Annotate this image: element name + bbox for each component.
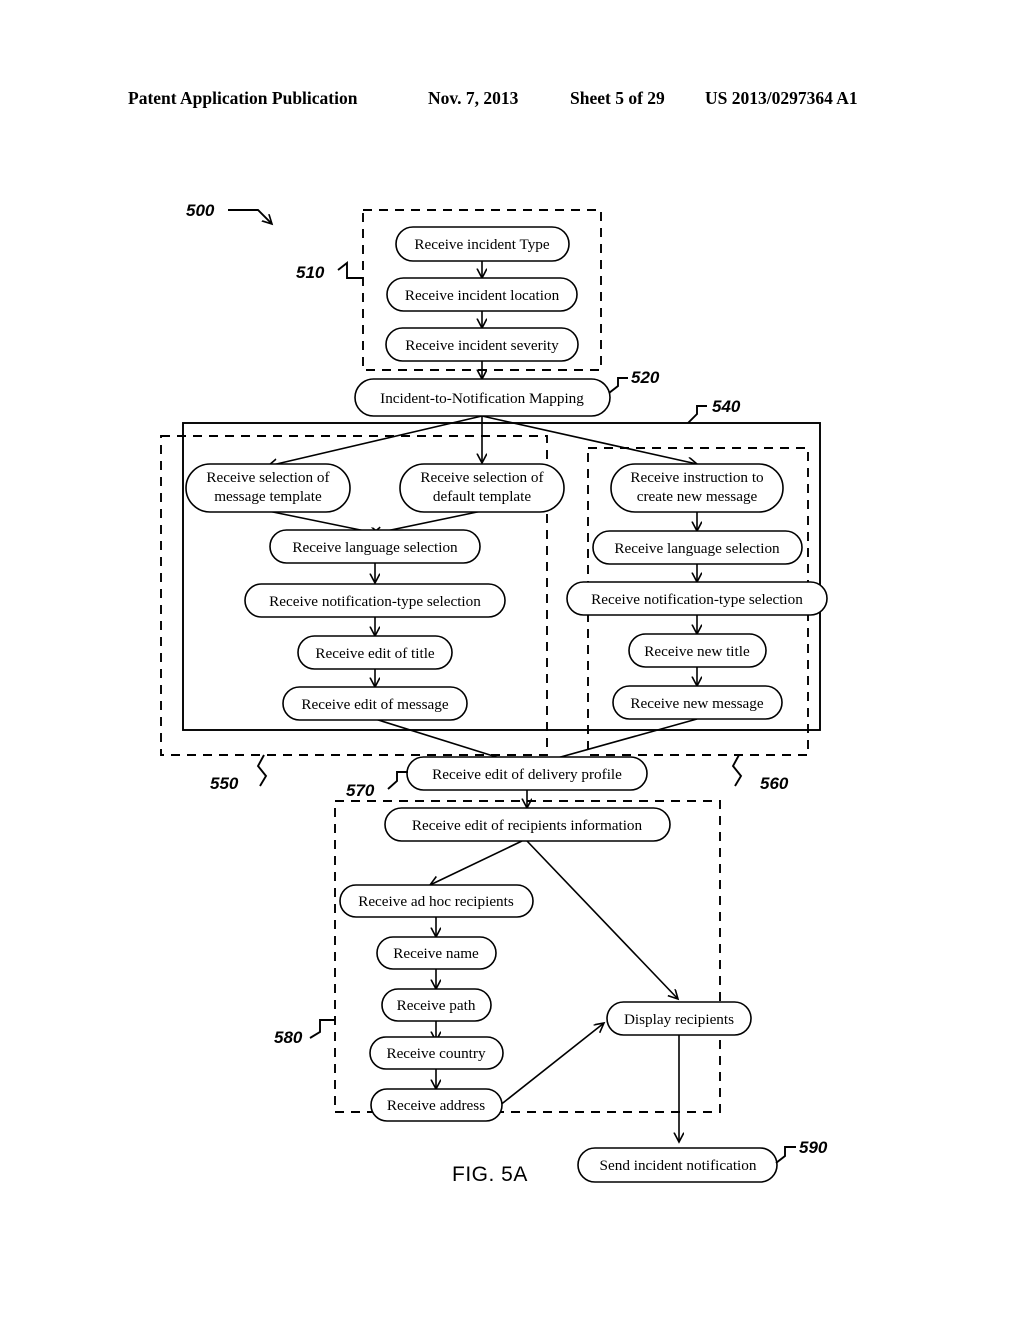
ref-510: 510: [296, 263, 325, 282]
ref-560: 560: [760, 774, 789, 793]
node-receive-selection-default-template[interactable]: Receive selection of default template: [399, 463, 565, 513]
node-send-notification-label: Send incident notification: [600, 1157, 757, 1174]
ref-550: 550: [210, 774, 239, 793]
node-recipients-info-label: Receive edit of recipients information: [412, 817, 643, 834]
ref-570: 570: [346, 781, 375, 800]
node-incident-to-notification-mapping[interactable]: Incident-to-Notification Mapping: [354, 378, 611, 417]
ref-520: 520: [631, 368, 660, 387]
ref-500: 500: [186, 201, 215, 220]
node-incident-location-label: Receive incident location: [405, 287, 560, 304]
node-receive-edit-of-recipients-information[interactable]: Receive edit of recipients information: [384, 807, 671, 842]
node-mapping-label: Incident-to-Notification Mapping: [380, 390, 584, 407]
node-new-message-instruction-label-line1: Receive instruction to: [630, 469, 764, 486]
node-language-left-label: Receive language selection: [292, 539, 458, 556]
node-receive-edit-of-message[interactable]: Receive edit of message: [282, 686, 468, 721]
node-receive-language-selection-right[interactable]: Receive language selection: [592, 530, 803, 565]
node-message-template-label-line1: Receive selection of: [206, 469, 330, 486]
leader-500: [228, 209, 272, 224]
node-receive-name[interactable]: Receive name: [376, 936, 497, 970]
leader-570: [387, 771, 408, 790]
ref-540: 540: [712, 397, 741, 416]
node-receive-new-title[interactable]: Receive new title: [628, 633, 767, 668]
leader-520: [608, 377, 628, 394]
node-ad-hoc-label: Receive ad hoc recipients: [358, 893, 514, 910]
node-edit-message-label: Receive edit of message: [301, 696, 448, 713]
leader-540: [687, 405, 707, 424]
node-receive-notification-type-selection-left[interactable]: Receive notification-type selection: [244, 583, 506, 618]
node-receive-new-message[interactable]: Receive new message: [612, 685, 783, 720]
leader-580: [309, 1019, 335, 1039]
node-receive-selection-message-template[interactable]: Receive selection of message template: [185, 463, 351, 513]
node-default-template-label-line1: Receive selection of: [420, 469, 544, 486]
node-display-recipients[interactable]: Display recipients: [606, 1001, 752, 1036]
node-incident-severity-label: Receive incident severity: [405, 337, 559, 354]
leader-590: [775, 1146, 796, 1164]
node-notification-left-label: Receive notification-type selection: [269, 593, 481, 610]
node-country-label: Receive country: [386, 1045, 486, 1062]
node-new-title-label: Receive new title: [644, 643, 750, 660]
node-receive-path[interactable]: Receive path: [381, 988, 492, 1022]
node-new-message-instruction-label-line2: create new message: [637, 488, 758, 505]
node-receive-language-selection-left[interactable]: Receive language selection: [269, 529, 481, 564]
node-display-recipients-label: Display recipients: [624, 1011, 734, 1028]
ref-580: 580: [274, 1028, 303, 1047]
node-message-template-label-line2: message template: [214, 488, 322, 505]
node-edit-title-label: Receive edit of title: [315, 645, 435, 662]
node-delivery-profile-label: Receive edit of delivery profile: [432, 766, 622, 783]
node-incident-type[interactable]: Receive incident Type: [395, 226, 570, 262]
connector-recipients-info-to-display: [526, 840, 678, 999]
node-language-right-label: Receive language selection: [614, 540, 780, 557]
node-new-message-label: Receive new message: [630, 695, 764, 712]
node-incident-severity[interactable]: Receive incident severity: [385, 327, 579, 362]
flowchart-diagram: Receive incident Type Receive incident l…: [160, 201, 828, 1183]
node-notification-right-label: Receive notification-type selection: [591, 591, 803, 608]
node-receive-address[interactable]: Receive address: [370, 1088, 503, 1122]
node-default-template-label-line2: default template: [433, 488, 532, 505]
connector-recipients-info-to-ad-hoc: [430, 840, 523, 885]
node-receive-country[interactable]: Receive country: [369, 1036, 504, 1070]
node-receive-edit-of-title[interactable]: Receive edit of title: [297, 635, 453, 670]
node-send-incident-notification[interactable]: Send incident notification: [577, 1147, 778, 1183]
patent-figure-page: Patent Application Publication Nov. 7, 2…: [0, 0, 1024, 1320]
node-name-label: Receive name: [393, 945, 479, 962]
node-incident-type-label: Receive incident Type: [414, 236, 550, 253]
leader-510: [337, 261, 363, 279]
connector-address-to-display: [493, 1023, 604, 1111]
node-incident-location[interactable]: Receive incident location: [386, 277, 578, 312]
leader-550: [256, 754, 268, 787]
node-receive-ad-hoc-recipients[interactable]: Receive ad hoc recipients: [339, 884, 534, 918]
ref-590: 590: [799, 1138, 828, 1157]
node-path-label: Receive path: [397, 997, 476, 1014]
node-receive-notification-type-selection-right[interactable]: Receive notification-type selection: [566, 581, 828, 616]
node-address-label: Receive address: [387, 1097, 485, 1114]
leader-560: [731, 754, 743, 787]
node-receive-instruction-create-new-message[interactable]: Receive instruction to create new messag…: [610, 463, 784, 513]
figure-caption: FIG. 5A: [452, 1163, 528, 1186]
node-receive-edit-of-delivery-profile[interactable]: Receive edit of delivery profile: [406, 756, 648, 791]
